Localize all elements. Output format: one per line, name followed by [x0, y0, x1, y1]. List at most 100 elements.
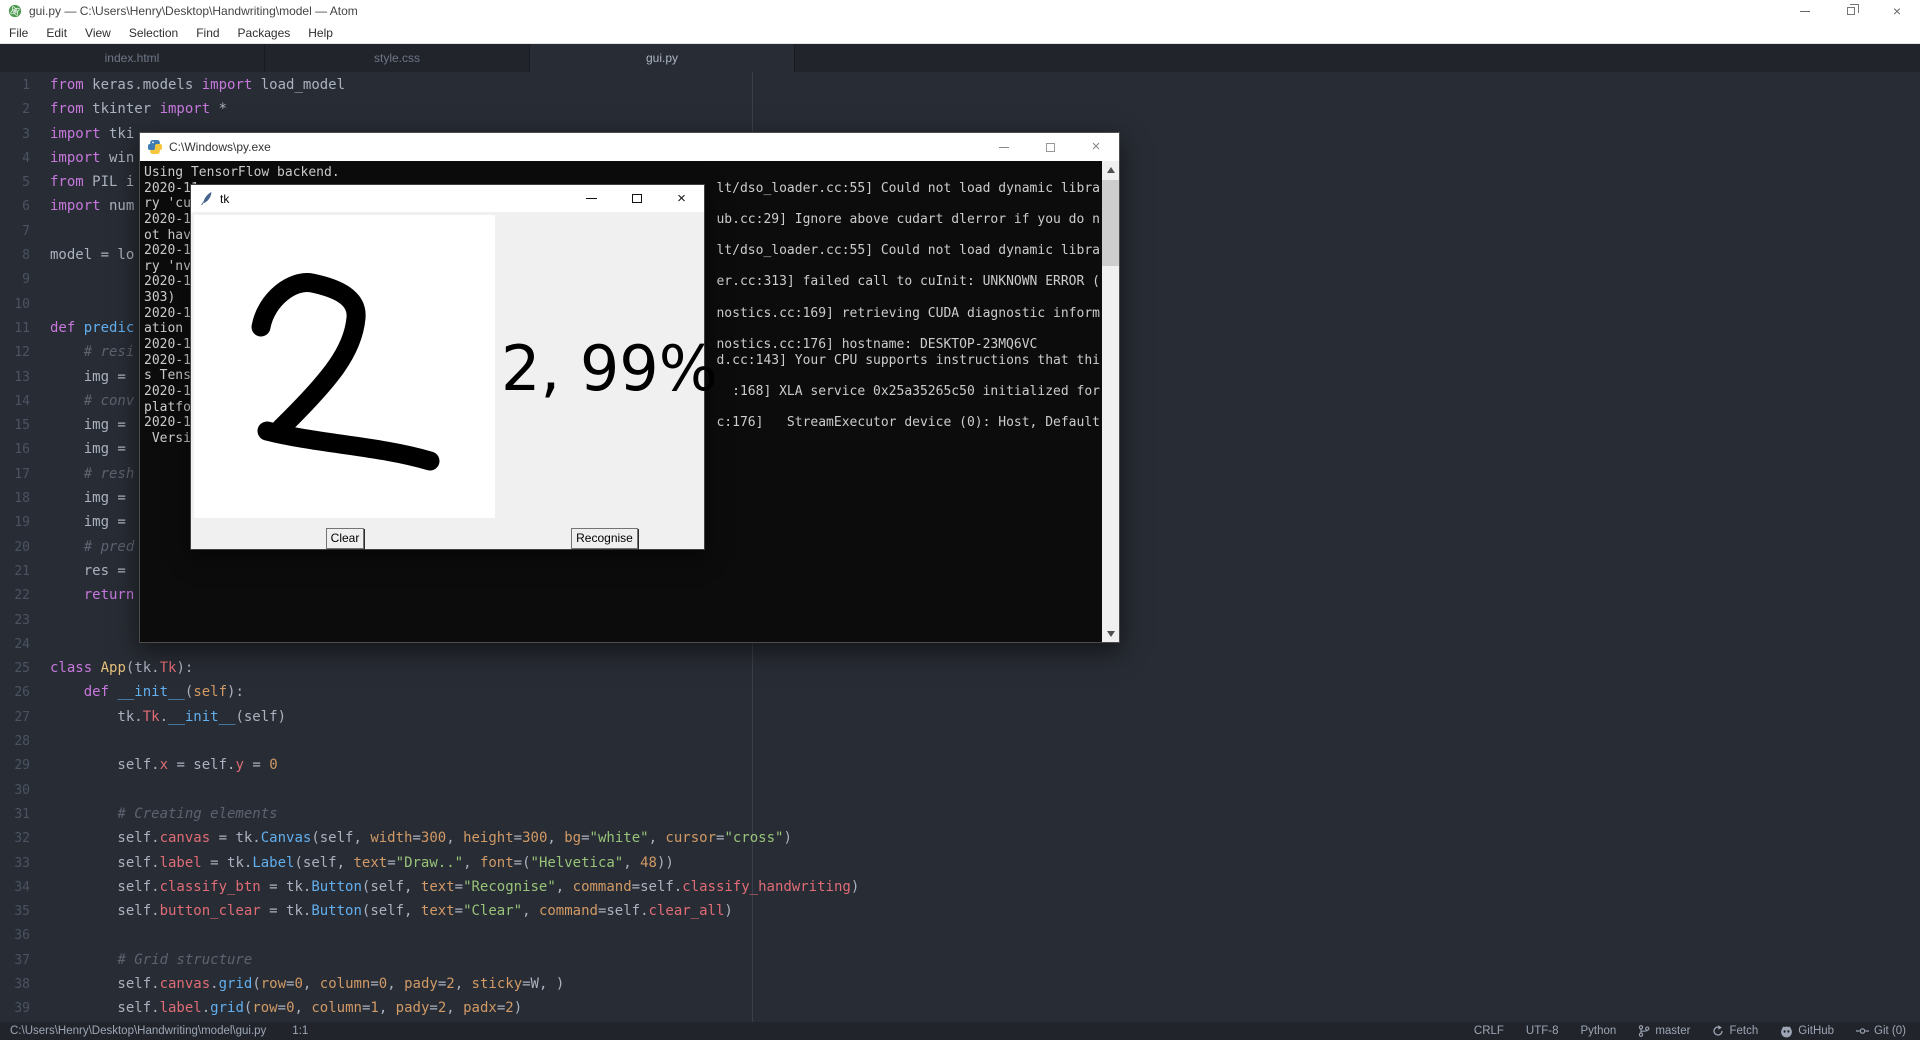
console-text-left: Using TensorFlow backend.: [144, 165, 340, 181]
maximize-icon: [1046, 143, 1055, 152]
code-text: self.label = tk.Label(self, text="Draw..…: [50, 855, 674, 871]
restore-button[interactable]: [1828, 0, 1874, 22]
triangle-up-icon: [1107, 167, 1115, 173]
window-title: gui.py — C:\Users\Henry\Desktop\Handwrit…: [29, 4, 358, 18]
menu-edit[interactable]: Edit: [37, 22, 76, 44]
line-number: 11: [0, 317, 30, 341]
editor-line: 28: [0, 729, 1920, 753]
close-icon: ×: [677, 190, 686, 207]
line-number: 5: [0, 171, 30, 195]
editor-line: 25class App(tk.Tk):: [0, 656, 1920, 680]
close-button[interactable]: ×: [1874, 0, 1920, 22]
tk-close-button[interactable]: ×: [659, 185, 704, 212]
code-text: self.canvas = tk.Canvas(self, width=300,…: [50, 830, 792, 846]
scrollbar-thumb[interactable]: [1102, 180, 1119, 266]
console-text-right: lt/dso_loader.cc:55] Could not load dyna…: [716, 181, 1100, 197]
menu-selection[interactable]: Selection: [120, 22, 187, 44]
git-branch-indicator[interactable]: master: [1638, 1025, 1690, 1037]
code-text: import win: [50, 150, 134, 166]
github-indicator[interactable]: GitHub: [1780, 1025, 1834, 1038]
tab-index-html[interactable]: index.html: [0, 44, 265, 72]
github-icon: [1780, 1025, 1793, 1038]
tk-title-bar[interactable]: tk ×: [191, 185, 704, 212]
tab-style-css[interactable]: style.css: [265, 44, 530, 72]
recognise-button[interactable]: Recognise: [571, 528, 638, 549]
git-fetch-indicator[interactable]: Fetch: [1712, 1025, 1758, 1037]
tab-bar: index.html style.css gui.py: [0, 44, 1920, 72]
code-text: # resi: [50, 344, 134, 360]
line-number: 17: [0, 463, 30, 487]
console-close-button[interactable]: ×: [1073, 133, 1119, 161]
line-number: 21: [0, 560, 30, 584]
line-number: 8: [0, 244, 30, 268]
code-text: img =: [50, 417, 126, 433]
line-number: 10: [0, 293, 30, 317]
editor-line: 33 self.label = tk.Label(self, text="Dra…: [0, 851, 1920, 875]
line-ending-indicator[interactable]: CRLF: [1474, 1025, 1504, 1037]
console-text-right: lt/dso_loader.cc:55] Could not load dyna…: [716, 243, 1100, 259]
console-title: C:\Windows\py.exe: [169, 140, 271, 154]
code-text: self.button_clear = tk.Button(self, text…: [50, 903, 733, 919]
atom-title-bar[interactable]: gui.py — C:\Users\Henry\Desktop\Handwrit…: [0, 0, 1920, 22]
line-number: 3: [0, 123, 30, 147]
line-number: 31: [0, 803, 30, 827]
line-number: 26: [0, 681, 30, 705]
cursor-position[interactable]: 1:1: [292, 1025, 308, 1037]
line-number: 22: [0, 584, 30, 608]
console-text-right: nostics.cc:169] retrieving CUDA diagnost…: [716, 306, 1100, 322]
clear-button[interactable]: Clear: [326, 528, 364, 549]
code-text: img =: [50, 514, 126, 530]
menu-help[interactable]: Help: [299, 22, 342, 44]
menu-find[interactable]: Find: [187, 22, 228, 44]
code-text: # conv: [50, 393, 134, 409]
code-text: from PIL i: [50, 174, 134, 190]
console-scrollbar[interactable]: [1102, 161, 1119, 642]
menu-view[interactable]: View: [76, 22, 120, 44]
line-number: 15: [0, 414, 30, 438]
status-bar: C:\Users\Henry\Desktop\Handwriting\model…: [0, 1022, 1920, 1040]
line-number: 36: [0, 924, 30, 948]
line-number: 9: [0, 268, 30, 292]
editor-line: 27 tk.Tk.__init__(self): [0, 705, 1920, 729]
line-number: 34: [0, 876, 30, 900]
tk-maximize-button[interactable]: [614, 185, 659, 212]
tk-minimize-button[interactable]: [569, 185, 614, 212]
line-number: 28: [0, 730, 30, 754]
console-minimize-button[interactable]: [981, 133, 1027, 161]
tk-feather-icon: [199, 191, 213, 206]
close-icon: ×: [1092, 140, 1101, 154]
menu-file[interactable]: File: [0, 22, 37, 44]
git-changes-indicator[interactable]: Git (0): [1856, 1025, 1906, 1037]
console-text-right: c:176] StreamExecutor device (0): Host, …: [716, 415, 1100, 431]
code-text: res =: [50, 563, 126, 579]
console-maximize-button[interactable]: [1027, 133, 1073, 161]
editor-line: 32 self.canvas = tk.Canvas(self, width=3…: [0, 826, 1920, 850]
minimize-icon: [1800, 11, 1810, 12]
encoding-indicator[interactable]: UTF-8: [1526, 1025, 1559, 1037]
grammar-indicator[interactable]: Python: [1581, 1025, 1617, 1037]
handwritten-digit-2: [194, 215, 495, 518]
line-number: 18: [0, 487, 30, 511]
line-number: 27: [0, 706, 30, 730]
scroll-down-arrow[interactable]: [1102, 625, 1119, 642]
minimize-button[interactable]: [1782, 0, 1828, 22]
code-text: tk.Tk.__init__(self): [50, 709, 286, 725]
code-text: self.x = self.y = 0: [50, 757, 278, 773]
console-title-bar[interactable]: C:\Windows\py.exe ×: [140, 133, 1119, 161]
line-number: 19: [0, 511, 30, 535]
close-icon: ×: [1893, 4, 1901, 18]
console-text-left: 303): [144, 290, 175, 306]
tab-gui-py[interactable]: gui.py: [530, 44, 795, 72]
minimize-icon: [586, 198, 597, 199]
commit-icon: [1856, 1025, 1869, 1037]
drawing-canvas[interactable]: [194, 215, 495, 518]
code-text: self.label.grid(row=0, column=1, pady=2,…: [50, 1000, 522, 1016]
console-text-right: d.cc:143] Your CPU supports instructions…: [716, 353, 1100, 369]
console-text-right: ub.cc:29] Ignore above cudart dlerror if…: [716, 212, 1100, 228]
tk-window-controls: ×: [569, 185, 704, 212]
console-window-controls: ×: [981, 133, 1119, 161]
menu-packages[interactable]: Packages: [229, 22, 300, 44]
code-text: from keras.models import load_model: [50, 77, 345, 93]
scroll-up-arrow[interactable]: [1102, 161, 1119, 178]
file-path[interactable]: C:\Users\Henry\Desktop\Handwriting\model…: [10, 1025, 266, 1037]
